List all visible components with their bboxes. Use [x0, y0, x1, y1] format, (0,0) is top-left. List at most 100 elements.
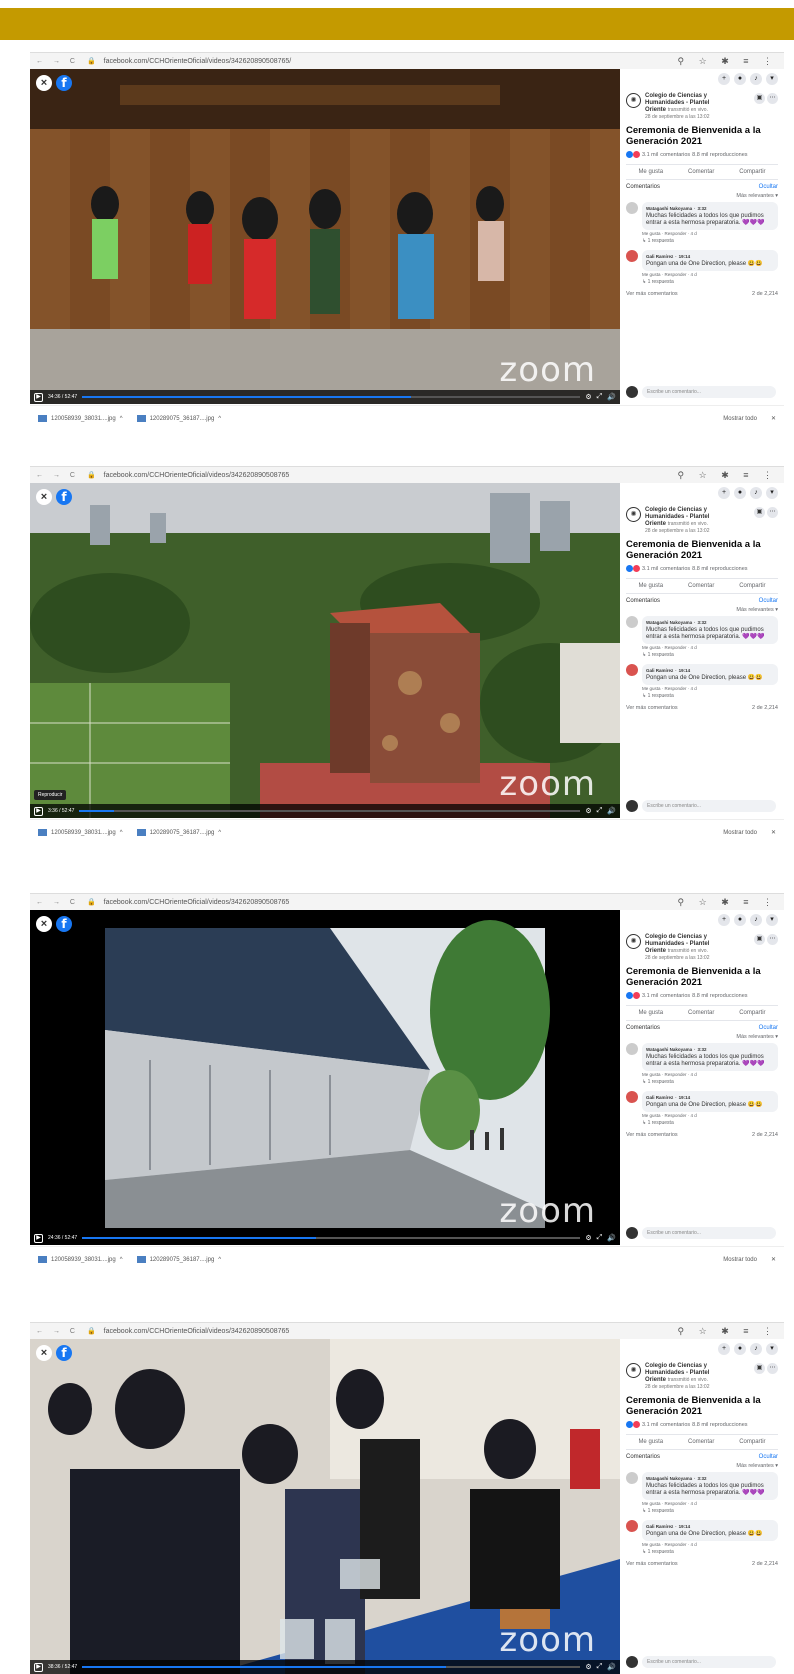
close-icon[interactable]: ×	[36, 489, 52, 505]
more-comments-link[interactable]: Ver más comentarios	[626, 1132, 678, 1138]
sort-dropdown[interactable]: Más relevantes ▾	[626, 607, 778, 613]
settings-icon[interactable]: ⚙	[585, 807, 591, 815]
more-icon[interactable]: ⋯	[767, 507, 778, 518]
address-bar[interactable]: ← → C 🔒 facebook.com/CCHOrienteOficial/v…	[30, 467, 784, 483]
video-stage[interactable]: × f zoom Reproducir ▶ 3:36 / 52:47 ⚙ ⤢ 🔊	[30, 483, 620, 818]
replies-link[interactable]: 1 respuesta	[648, 693, 674, 699]
nav-buttons[interactable]: ← → C	[36, 899, 79, 906]
comment-composer[interactable]: Escribe un comentario...	[626, 386, 776, 398]
show-all-button[interactable]: Mostrar todo	[723, 830, 757, 836]
header-buttons[interactable]: + ● ♪ ▾	[626, 1343, 778, 1355]
download-item[interactable]: 120058939_38031....jpg ^	[38, 1256, 123, 1263]
video-stage[interactable]: × f zoom ▶ 38:36 / 52:47 ⚙ ⤢ 🔊	[30, 1339, 620, 1674]
hide-button[interactable]: Ocultar	[759, 184, 778, 190]
page-name[interactable]: Colegio de Ciencias y Humanidades - Plan…	[645, 1363, 709, 1376]
more-comments-link[interactable]: Ver más comentarios	[626, 1561, 678, 1567]
replies-link[interactable]: 1 respuesta	[648, 1120, 674, 1126]
action-bar[interactable]: Me gusta Comentar Compartir	[626, 1005, 778, 1021]
volume-icon[interactable]: 🔊	[607, 807, 616, 815]
save-icon[interactable]: ▣	[754, 934, 765, 945]
toolbar-icons[interactable]: ⚲ ☆ ✱ ≡ ⋮	[678, 897, 778, 908]
show-all-button[interactable]: Mostrar todo	[723, 1257, 757, 1263]
play-icon[interactable]: ▶	[34, 392, 43, 402]
sort-dropdown[interactable]: Más relevantes ▾	[626, 1463, 778, 1469]
comment-composer[interactable]: Escribe un comentario...	[626, 1656, 776, 1668]
action-bar[interactable]: Me gusta Comentar Compartir	[626, 1434, 778, 1450]
nav-buttons[interactable]: ← → C	[36, 1328, 79, 1335]
page-logo-icon[interactable]: ✺	[626, 93, 641, 108]
page-name[interactable]: Colegio de Ciencias y Humanidades - Plan…	[645, 507, 709, 520]
replies-link[interactable]: 1 respuesta	[648, 1508, 674, 1514]
download-item[interactable]: 120058939_38031....jpg ^	[38, 415, 123, 422]
url-text[interactable]: facebook.com/CCHOrienteOficial/videos/34…	[104, 899, 670, 906]
settings-icon[interactable]: ⚙	[585, 393, 591, 401]
hide-button[interactable]: Ocultar	[759, 598, 778, 604]
replies-link[interactable]: 1 respuesta	[648, 238, 674, 244]
download-item[interactable]: 120289075_36187....jpg ^	[136, 1256, 221, 1263]
video-controls[interactable]: ▶ 3:36 / 52:47 ⚙ ⤢ 🔊	[30, 804, 620, 818]
hide-button[interactable]: Ocultar	[759, 1454, 778, 1460]
facebook-icon[interactable]: f	[56, 1345, 72, 1361]
header-buttons[interactable]: + ● ♪ ▾	[626, 914, 778, 926]
header-buttons[interactable]: + ● ♪ ▾	[626, 487, 778, 499]
page-name[interactable]: Colegio de Ciencias y Humanidades - Plan…	[645, 93, 709, 106]
sort-dropdown[interactable]: Más relevantes ▾	[626, 193, 778, 199]
play-icon[interactable]: ▶	[34, 1662, 43, 1672]
more-icon[interactable]: ⋯	[767, 93, 778, 104]
fullscreen-icon[interactable]: ⤢	[597, 1234, 603, 1242]
replies-link[interactable]: 1 respuesta	[648, 1549, 674, 1555]
settings-icon[interactable]: ⚙	[585, 1663, 591, 1671]
hide-button[interactable]: Ocultar	[759, 1025, 778, 1031]
toolbar-icons[interactable]: ⚲ ☆ ✱ ≡ ⋮	[678, 56, 778, 67]
download-item[interactable]: 120289075_36187....jpg ^	[136, 415, 221, 422]
replies-link[interactable]: 1 respuesta	[648, 652, 674, 658]
nav-buttons[interactable]: ← → C	[36, 472, 79, 479]
volume-icon[interactable]: 🔊	[607, 1234, 616, 1242]
video-stage[interactable]: × f zoom ▶ 34:36 / 52:47 ⚙ ⤢ 🔊	[30, 69, 620, 404]
close-downloads-icon[interactable]: ✕	[771, 829, 776, 836]
close-icon[interactable]: ×	[36, 75, 52, 91]
progress-bar[interactable]	[82, 1666, 581, 1668]
facebook-icon[interactable]: f	[56, 75, 72, 91]
volume-icon[interactable]: 🔊	[607, 1663, 616, 1671]
close-downloads-icon[interactable]: ✕	[771, 415, 776, 422]
url-text[interactable]: facebook.com/CCHOrienteOficial/videos/34…	[104, 58, 670, 65]
fullscreen-icon[interactable]: ⤢	[597, 393, 603, 401]
page-logo-icon[interactable]: ✺	[626, 507, 641, 522]
video-stage[interactable]: × f zoom ▶ 24:36 / 52:47 ⚙ ⤢ 🔊	[30, 910, 620, 1245]
show-all-button[interactable]: Mostrar todo	[723, 416, 757, 422]
download-item[interactable]: 120058939_38031....jpg ^	[38, 829, 123, 836]
facebook-icon[interactable]: f	[56, 489, 72, 505]
play-icon[interactable]: ▶	[34, 1233, 43, 1243]
nav-buttons[interactable]: ← → C	[36, 58, 79, 65]
action-bar[interactable]: Me gusta Comentar Compartir	[626, 578, 778, 594]
page-name[interactable]: Colegio de Ciencias y Humanidades - Plan…	[645, 934, 709, 947]
address-bar[interactable]: ← → C 🔒 facebook.com/CCHOrienteOficial/v…	[30, 1323, 784, 1339]
action-bar[interactable]: Me gusta Comentar Compartir	[626, 164, 778, 180]
header-buttons[interactable]: + ● ♪ ▾	[626, 73, 778, 85]
close-icon[interactable]: ×	[36, 916, 52, 932]
close-icon[interactable]: ×	[36, 1345, 52, 1361]
fullscreen-icon[interactable]: ⤢	[597, 1663, 603, 1671]
more-comments-link[interactable]: Ver más comentarios	[626, 291, 678, 297]
play-icon[interactable]: ▶	[34, 806, 43, 816]
url-text[interactable]: facebook.com/CCHOrienteOficial/videos/34…	[104, 472, 670, 479]
fullscreen-icon[interactable]: ⤢	[597, 807, 603, 815]
comment-composer[interactable]: Escribe un comentario...	[626, 1227, 776, 1239]
volume-icon[interactable]: 🔊	[607, 393, 616, 401]
video-controls[interactable]: ▶ 34:36 / 52:47 ⚙ ⤢ 🔊	[30, 390, 620, 404]
sort-dropdown[interactable]: Más relevantes ▾	[626, 1034, 778, 1040]
more-comments-link[interactable]: Ver más comentarios	[626, 705, 678, 711]
more-icon[interactable]: ⋯	[767, 934, 778, 945]
save-icon[interactable]: ▣	[754, 1363, 765, 1374]
progress-bar[interactable]	[79, 810, 581, 812]
comment-composer[interactable]: Escribe un comentario...	[626, 800, 776, 812]
page-logo-icon[interactable]: ✺	[626, 934, 641, 949]
address-bar[interactable]: ← → C 🔒 facebook.com/CCHOrienteOficial/v…	[30, 894, 784, 910]
address-bar[interactable]: ← → C 🔒 facebook.com/CCHOrienteOficial/v…	[30, 53, 784, 69]
toolbar-icons[interactable]: ⚲ ☆ ✱ ≡ ⋮	[678, 470, 778, 481]
close-downloads-icon[interactable]: ✕	[771, 1256, 776, 1263]
save-icon[interactable]: ▣	[754, 507, 765, 518]
replies-link[interactable]: 1 respuesta	[648, 1079, 674, 1085]
replies-link[interactable]: 1 respuesta	[648, 279, 674, 285]
